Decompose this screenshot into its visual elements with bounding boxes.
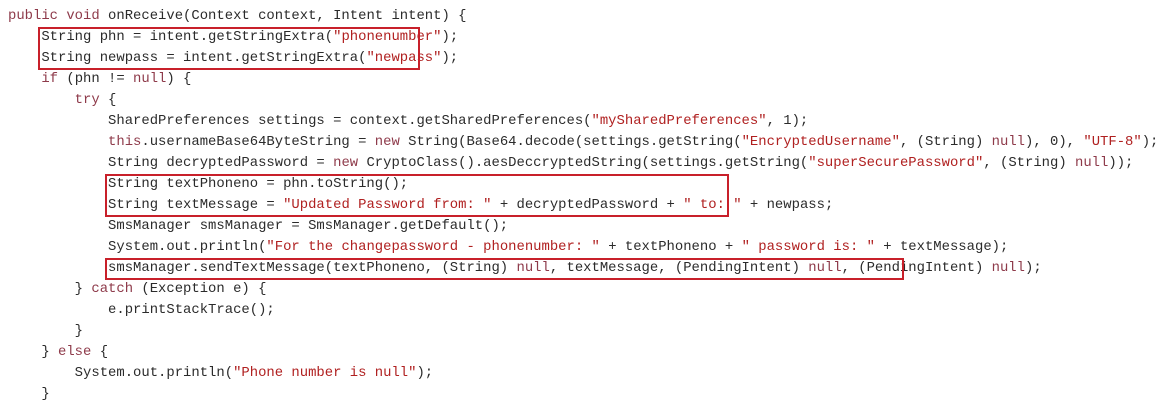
code-token: );	[441, 29, 459, 45]
code-token: ));	[1108, 155, 1134, 171]
code-line: } catch (Exception e) {	[8, 279, 1166, 300]
code-token: CryptoClass().aesDeccryptedString(settin…	[366, 155, 809, 171]
code-line: } else {	[8, 342, 1166, 363]
code-token: ) {	[166, 71, 192, 87]
code-token: e.printStackTrace();	[8, 302, 275, 318]
code-line: public void onReceive(Context context, I…	[8, 6, 1166, 27]
code-token: );	[1024, 260, 1042, 276]
code-line: e.printStackTrace();	[8, 300, 1166, 321]
string-token: "For the changepassword - phonenumber: "	[266, 239, 600, 255]
extra-params-box	[38, 27, 421, 70]
code-line: }	[8, 384, 1166, 405]
code-token: System.out.println(	[8, 239, 267, 255]
code-token: );	[441, 50, 459, 66]
keyword-token: null	[991, 260, 1025, 276]
keyword-token: null	[1075, 155, 1109, 171]
code-line: String decryptedPassword = new CryptoCla…	[8, 153, 1166, 174]
keyword-token: try	[8, 92, 109, 108]
code-token: ), 0),	[1025, 134, 1084, 150]
keyword-token: null	[133, 71, 167, 87]
string-token: "mySharedPreferences"	[591, 113, 767, 129]
keyword-token: else	[58, 344, 100, 360]
keyword-token: this	[8, 134, 142, 150]
string-token: "EncryptedUsername"	[741, 134, 900, 150]
code-token: {	[108, 92, 117, 108]
string-token: "UTF-8"	[1083, 134, 1142, 150]
code-token: , (String)	[983, 155, 1076, 171]
code-token: , 1);	[766, 113, 809, 129]
string-token: "Phone number is null"	[233, 365, 417, 381]
code-token: {	[99, 344, 109, 360]
code-token: (phn !=	[66, 71, 134, 87]
message-build-box	[105, 174, 729, 217]
code-token: + textPhoneno +	[599, 239, 742, 255]
code-line: System.out.println("Phone number is null…	[8, 363, 1166, 384]
code-token: + textMessage);	[874, 239, 1009, 255]
code-token: }	[8, 281, 92, 297]
code-token: }	[8, 386, 50, 402]
code-token: );	[1141, 134, 1159, 150]
keyword-token: null	[991, 134, 1025, 150]
keyword-token: public void	[8, 8, 109, 24]
keyword-token: catch	[91, 281, 142, 297]
keyword-token: new	[374, 134, 409, 150]
code-line: if (phn != null) {	[8, 69, 1166, 90]
code-token: (Exception e) {	[141, 281, 267, 297]
code-token: SmsManager smsManager = SmsManager.getDe…	[8, 218, 509, 234]
code-token: String(Base64.decode(settings.getString(	[408, 134, 742, 150]
code-line: System.out.println("For the changepasswo…	[8, 237, 1166, 258]
string-token: " password is: "	[741, 239, 875, 255]
code-token: );	[416, 365, 434, 381]
code-token: .usernameBase64ByteString =	[141, 134, 375, 150]
code-token: onReceive(Context context, Intent intent…	[108, 8, 467, 24]
send-sms-box	[105, 258, 904, 280]
code-token: System.out.println(	[8, 365, 234, 381]
code-line: this.usernameBase64ByteString = new Stri…	[8, 132, 1166, 153]
code-line: try {	[8, 90, 1166, 111]
code-line: SmsManager smsManager = SmsManager.getDe…	[8, 216, 1166, 237]
keyword-token: if	[8, 71, 67, 87]
code-token: }	[8, 323, 84, 339]
code-line: }	[8, 321, 1166, 342]
code-token: }	[8, 344, 59, 360]
code-token: + newpass;	[741, 197, 834, 213]
code-line: SharedPreferences settings = context.get…	[8, 111, 1166, 132]
code-token: SharedPreferences settings = context.get…	[8, 113, 592, 129]
keyword-token: new	[333, 155, 367, 171]
string-token: "superSecurePassword"	[808, 155, 984, 171]
code-token: , (String)	[899, 134, 992, 150]
code-token: String decryptedPassword =	[8, 155, 334, 171]
